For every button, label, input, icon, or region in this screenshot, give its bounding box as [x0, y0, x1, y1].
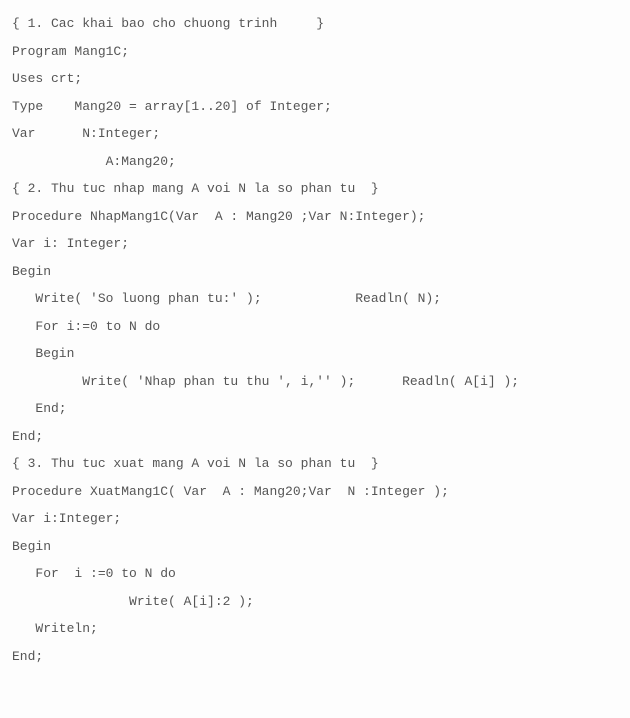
- code-line: Write( 'So luong phan tu:' ); Readln( N)…: [12, 285, 618, 313]
- code-line: Write( A[i]:2 );: [12, 588, 618, 616]
- code-block: { 1. Cac khai bao cho chuong trinh } Pro…: [12, 10, 618, 670]
- code-line: End;: [12, 423, 618, 451]
- code-line: Writeln;: [12, 615, 618, 643]
- code-line: Var i:Integer;: [12, 505, 618, 533]
- code-line: Begin: [12, 258, 618, 286]
- code-line: { 1. Cac khai bao cho chuong trinh }: [12, 10, 618, 38]
- code-line: Write( 'Nhap phan tu thu ', i,'' ); Read…: [12, 368, 618, 396]
- code-line: End;: [12, 643, 618, 671]
- code-line: { 2. Thu tuc nhap mang A voi N la so pha…: [12, 175, 618, 203]
- code-line: For i:=0 to N do: [12, 313, 618, 341]
- code-line: Var N:Integer;: [12, 120, 618, 148]
- code-line: End;: [12, 395, 618, 423]
- code-line: Procedure NhapMang1C(Var A : Mang20 ;Var…: [12, 203, 618, 231]
- code-line: Program Mang1C;: [12, 38, 618, 66]
- code-line: For i :=0 to N do: [12, 560, 618, 588]
- code-line: Uses crt;: [12, 65, 618, 93]
- code-line: { 3. Thu tuc xuat mang A voi N la so pha…: [12, 450, 618, 478]
- code-line: Type Mang20 = array[1..20] of Integer;: [12, 93, 618, 121]
- code-line: Begin: [12, 340, 618, 368]
- code-line: Procedure XuatMang1C( Var A : Mang20;Var…: [12, 478, 618, 506]
- code-line: Var i: Integer;: [12, 230, 618, 258]
- code-line: Begin: [12, 533, 618, 561]
- code-line: A:Mang20;: [12, 148, 618, 176]
